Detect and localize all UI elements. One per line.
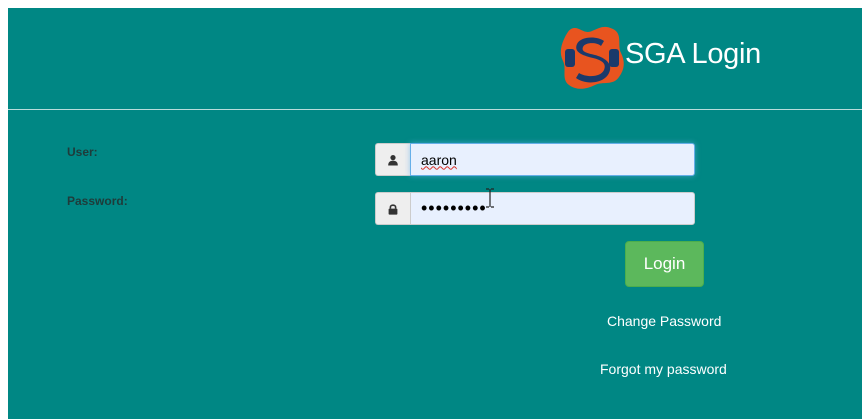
username-input[interactable]: aaron (410, 143, 695, 176)
lock-icon (375, 192, 410, 225)
header-divider (8, 109, 862, 110)
username-value: aaron (421, 151, 457, 168)
password-label: Password: (67, 194, 128, 208)
forgot-password-link[interactable]: Forgot my password (600, 361, 727, 377)
password-field-group: ••••••••• (375, 192, 695, 225)
user-label: User: (67, 145, 98, 159)
user-icon (375, 143, 410, 176)
text-cursor-icon (486, 188, 494, 208)
sga-logo (560, 26, 624, 89)
password-value: ••••••••• (421, 198, 487, 218)
page-title: SGA Login (625, 38, 761, 70)
password-input[interactable]: ••••••••• (410, 192, 695, 225)
login-panel: SGA Login User: aaron Password: ••••••••… (8, 8, 862, 419)
change-password-link[interactable]: Change Password (607, 313, 721, 329)
login-button[interactable]: Login (625, 241, 704, 287)
user-field-group: aaron (375, 143, 695, 176)
login-header: SGA Login (8, 8, 862, 109)
